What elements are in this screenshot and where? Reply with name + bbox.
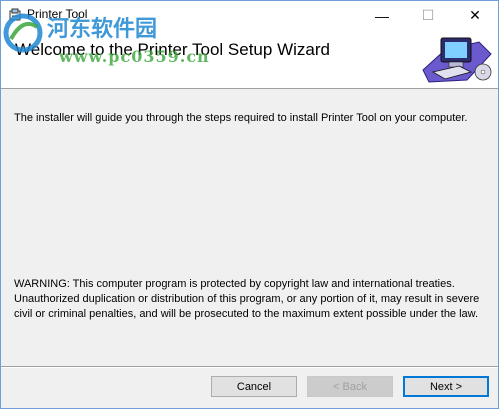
- close-button[interactable]: ✕: [452, 1, 498, 30]
- close-icon: ✕: [469, 7, 481, 23]
- watermark-logo-icon: [3, 13, 43, 53]
- copyright-warning-text: WARNING: This computer program is protec…: [14, 278, 480, 320]
- minimize-button[interactable]: —: [359, 1, 405, 30]
- intro-text: The installer will guide you through the…: [14, 112, 468, 124]
- computer-setup-icon: [419, 32, 497, 86]
- watermark-url: www.pc0359.cn: [59, 47, 210, 66]
- setup-wizard-window: Printer Tool — ☐ ✕ Welcome to the Printe…: [0, 0, 499, 409]
- back-button[interactable]: < Back: [307, 376, 393, 397]
- minimize-icon: —: [375, 7, 389, 24]
- footer-divider: [1, 366, 498, 368]
- maximize-icon: ☐: [421, 7, 435, 23]
- cancel-button[interactable]: Cancel: [211, 376, 297, 397]
- watermark-site-name: 河东软件园: [47, 17, 158, 42]
- maximize-button[interactable]: ☐: [405, 1, 451, 30]
- next-button[interactable]: Next >: [403, 376, 489, 397]
